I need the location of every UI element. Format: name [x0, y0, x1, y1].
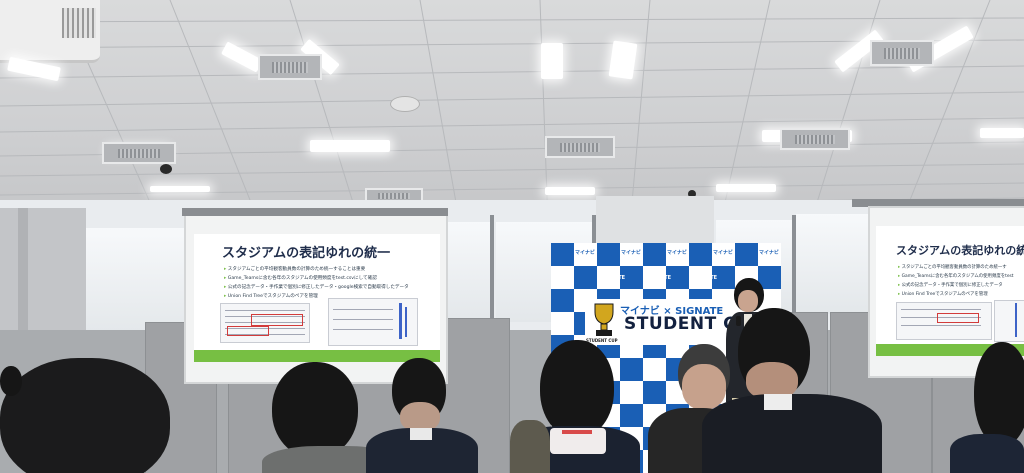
ceiling-vent	[545, 136, 615, 158]
window-mullion	[490, 215, 494, 335]
backdrop-tile	[551, 243, 574, 266]
slide-title: スタジアムの表記ゆれの統一	[896, 244, 1024, 257]
ceiling-light	[150, 186, 210, 192]
slide-bullet: ▸ スタジアムごとの平均観客動員数の計算のため統一す	[898, 265, 1007, 270]
backdrop-tile	[643, 243, 666, 266]
audience-member	[950, 342, 1024, 473]
slide-graph-screenshot	[328, 298, 418, 346]
window	[446, 222, 490, 322]
backdrop-tile	[689, 243, 712, 266]
slide-bullet: ▸ 公式の記念データ・手作業で個別に修正したデータ	[898, 283, 1003, 288]
audience-member	[0, 366, 22, 406]
slide-bullet: ▸ Game_Teamsに含む各年のスタジアムの使用頻度をtest.csvにして…	[224, 276, 377, 281]
conference-room-photo: スタジアムの表記ゆれの統一 ▸ スタジアムごとの平均観客動員数の計算のため統一す…	[0, 0, 1024, 473]
backdrop-logo: マイナビ	[621, 250, 641, 256]
backdrop-logo: SIGNATE	[647, 275, 672, 281]
ceiling-light	[608, 40, 638, 80]
ceiling-vent	[258, 54, 322, 80]
slide-graph-screenshot	[994, 300, 1024, 342]
audience-member	[0, 358, 170, 473]
trophy-icon	[592, 302, 616, 338]
slide-table-screenshot	[896, 302, 992, 340]
slide-bullet: ▸ Union Find Treeでスタジアムのペアを管理	[224, 294, 318, 299]
wall-pillar	[596, 196, 714, 246]
smoke-detector	[390, 96, 420, 112]
presentation-slide-left: スタジアムの表記ゆれの統一 ▸ スタジアムごとの平均観客動員数の計算のため統一す…	[194, 234, 440, 362]
backdrop-tile	[735, 243, 758, 266]
audience-member	[366, 358, 478, 473]
backdrop-tile	[597, 243, 620, 266]
slide-bullet: ▸ スタジアムごとの平均観客動員数の計算のため統一することは重要	[224, 267, 366, 272]
slide-bullet: ▸ 公式の記念データ・手作業で個別に修正したデータ・google検索で自動取得し…	[224, 285, 409, 290]
ceiling-light	[310, 140, 390, 152]
backdrop-tile	[551, 289, 574, 312]
ceiling-vent	[780, 128, 850, 150]
slide-bullet: ▸ Union Find Treeでスタジアムのペアを管理	[898, 292, 988, 297]
backdrop-logo: マイナビ	[667, 250, 687, 256]
ceiling-vent	[102, 142, 176, 164]
backdrop-logo: SIGNATE	[601, 275, 626, 281]
backdrop-logo: マイナビ	[575, 250, 595, 256]
audience-member	[702, 308, 882, 473]
screen-roller-left	[182, 208, 448, 216]
ceiling-light	[716, 184, 776, 192]
backdrop-logo: SIGNATE	[693, 275, 718, 281]
ceiling-vent	[870, 40, 934, 66]
ceiling-light	[541, 43, 563, 79]
window	[796, 214, 870, 314]
ceiling-light	[545, 187, 595, 195]
audience-member	[510, 420, 550, 473]
presentation-slide-right: スタジアムの表記ゆれの統一 ▸ スタジアムごとの平均観客動員数の計算のため統一す…	[876, 226, 1024, 356]
slide-bullet: ▸ Game_Teamsに含む各年のスタジアムの使用頻度をtest	[898, 274, 1014, 279]
backdrop-logo: マイナビ	[759, 250, 779, 256]
security-camera	[160, 164, 172, 174]
backdrop-tile	[574, 266, 597, 289]
slide-table-screenshot	[220, 303, 310, 343]
backdrop-logo: マイナビ	[713, 250, 733, 256]
slide-title: スタジアムの表記ゆれの統一	[222, 246, 391, 261]
projector-vent	[62, 8, 96, 38]
ceiling-light	[980, 128, 1024, 138]
